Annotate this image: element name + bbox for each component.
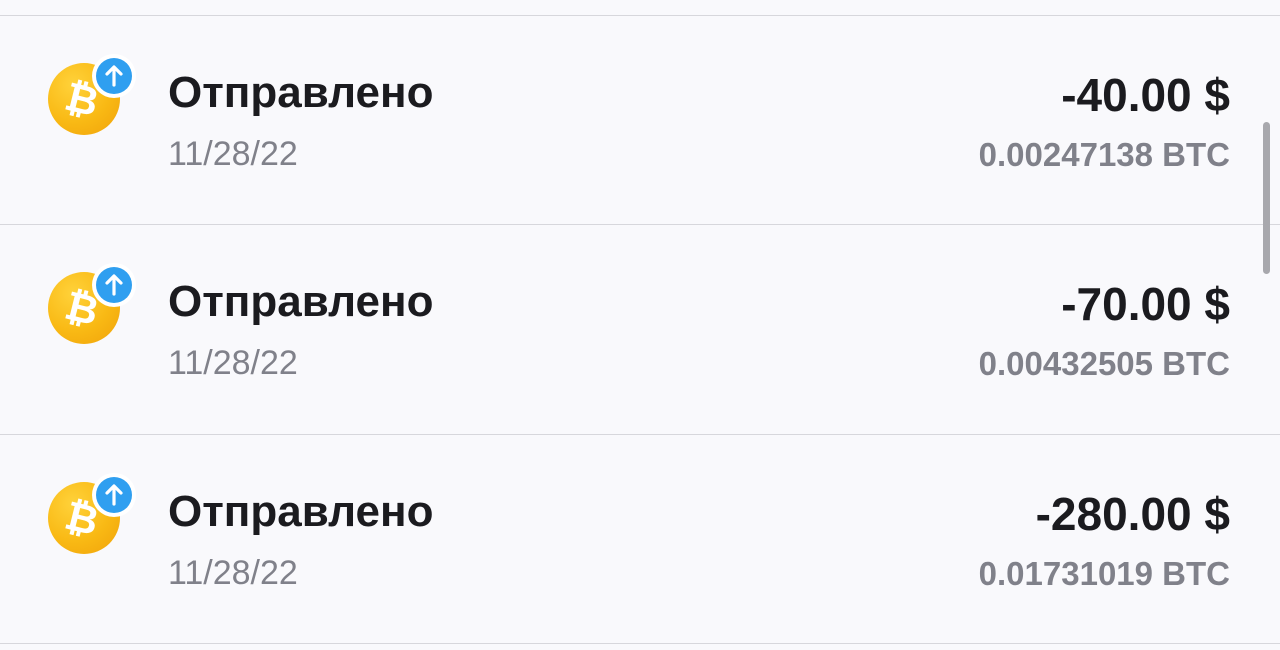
transaction-date: 11/28/22 (168, 554, 298, 592)
crypto-amount: 0.00432505 BTC (978, 345, 1230, 382)
arrow-up-icon (96, 267, 132, 303)
scrollbar[interactable] (1263, 122, 1270, 274)
sent-badge (92, 473, 136, 517)
transaction-date: 11/28/22 (168, 344, 298, 382)
transaction-row[interactable]: ₿ Отправлено 11/28/22 -70.00 $ 0.0043250… (0, 225, 1280, 433)
fiat-amount: -70.00 $ (1061, 278, 1230, 330)
arrow-up-icon (96, 58, 132, 94)
transaction-list: ₿ Отправлено 11/28/22 -40.00 $ 0.0024713… (0, 0, 1280, 650)
transaction-row[interactable]: ₿ Отправлено 11/28/22 -40.00 $ 0.0024713… (0, 16, 1280, 224)
crypto-amount: 0.01731019 BTC (978, 555, 1230, 592)
transaction-type: Отправлено (168, 277, 434, 326)
transaction-date: 11/28/22 (168, 135, 298, 173)
transaction-type: Отправлено (168, 487, 434, 536)
fiat-amount: -40.00 $ (1061, 69, 1230, 121)
crypto-amount: 0.00247138 BTC (978, 136, 1230, 173)
transaction-row[interactable]: ₿ Отправлено 11/28/22 -280.00 $ 0.017310… (0, 435, 1280, 643)
fiat-amount: -280.00 $ (1035, 488, 1230, 540)
transaction-type: Отправлено (168, 68, 434, 117)
sent-badge (92, 54, 136, 98)
arrow-up-icon (96, 477, 132, 513)
sent-badge (92, 263, 136, 307)
divider (0, 643, 1280, 644)
